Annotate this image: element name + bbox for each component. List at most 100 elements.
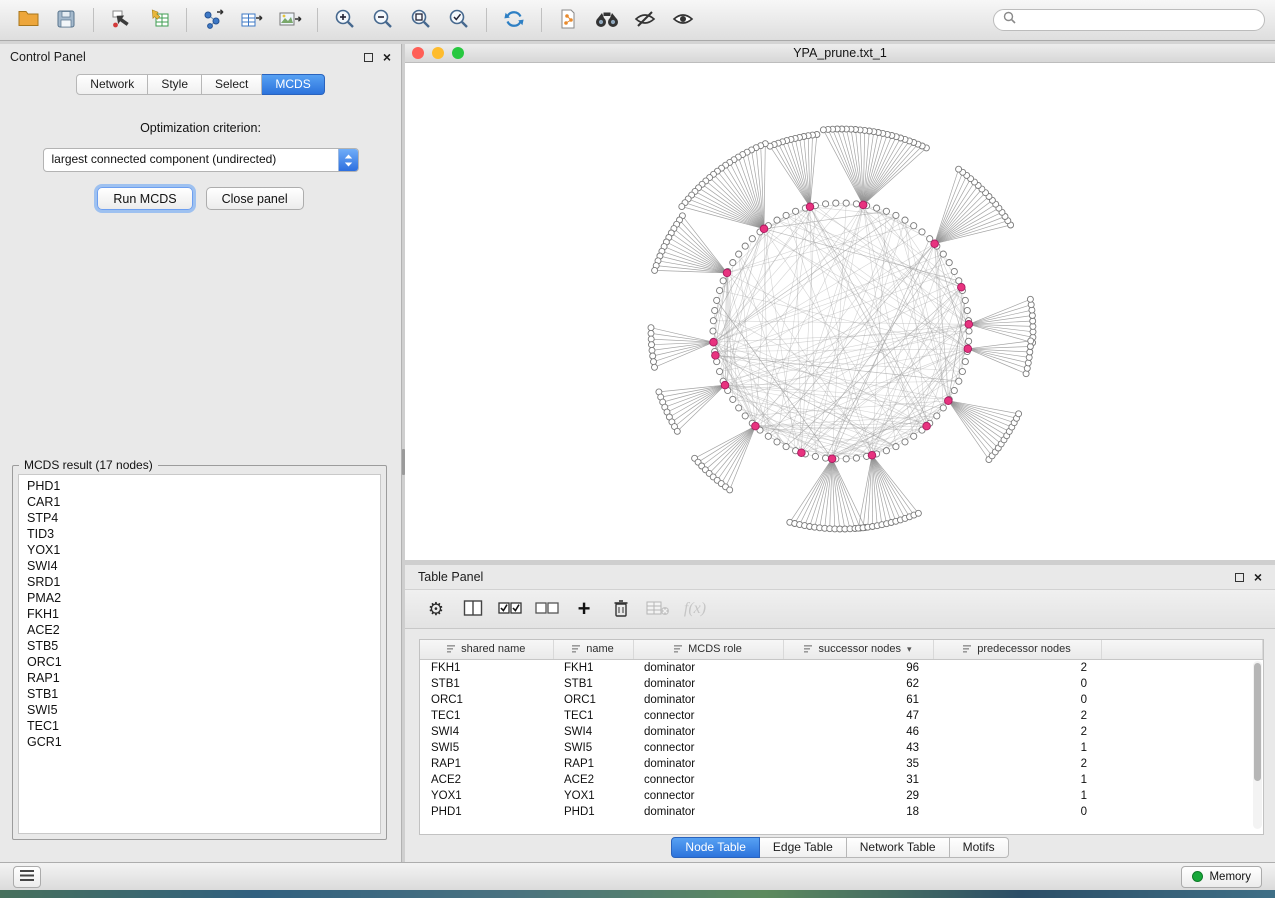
show-panels-button[interactable] bbox=[13, 866, 41, 888]
export-image-icon bbox=[278, 9, 302, 32]
table-cell: 0 bbox=[933, 676, 1101, 692]
share-document-icon bbox=[558, 8, 580, 33]
export-table-button[interactable] bbox=[234, 4, 270, 36]
mcds-result-item[interactable]: STB5 bbox=[27, 638, 380, 654]
import-file-button[interactable] bbox=[103, 4, 139, 36]
mcds-result-item[interactable]: STB1 bbox=[27, 686, 380, 702]
table-row[interactable]: FKH1FKH1dominator962 bbox=[420, 660, 1263, 677]
optimization-criterion-select[interactable]: largest connected component (undirected) bbox=[43, 148, 359, 172]
table-row[interactable]: YOX1YOX1connector291 bbox=[420, 788, 1263, 804]
refresh-button[interactable] bbox=[496, 4, 532, 36]
fx-icon: f(x) bbox=[684, 600, 706, 618]
mcds-result-item[interactable]: STP4 bbox=[27, 510, 380, 526]
mcds-result-item[interactable]: ACE2 bbox=[27, 622, 380, 638]
function-builder-button[interactable]: f(x) bbox=[680, 594, 710, 624]
close-panel-button[interactable]: Close panel bbox=[206, 187, 304, 210]
column-header-mcds-role[interactable]: MCDS role bbox=[633, 640, 783, 660]
control-panel-close-icon[interactable]: × bbox=[383, 50, 391, 64]
window-zoom-icon[interactable] bbox=[452, 47, 464, 59]
zoom-in-button[interactable] bbox=[327, 4, 363, 36]
select-all-button[interactable] bbox=[495, 594, 525, 624]
show-style-button[interactable] bbox=[665, 4, 701, 36]
delete-table-button[interactable] bbox=[643, 594, 673, 624]
mcds-result-item[interactable]: FKH1 bbox=[27, 606, 380, 622]
mcds-result-item[interactable]: PMA2 bbox=[27, 590, 380, 606]
window-close-icon[interactable] bbox=[412, 47, 424, 59]
mcds-result-item[interactable]: TID3 bbox=[27, 526, 380, 542]
table-tab-motifs[interactable]: Motifs bbox=[950, 837, 1009, 858]
import-table-button[interactable] bbox=[141, 4, 177, 36]
mcds-result-item[interactable]: SWI5 bbox=[27, 702, 380, 718]
table-cell: STB1 bbox=[553, 676, 633, 692]
table-panel-close-icon[interactable]: × bbox=[1254, 570, 1262, 584]
table-row[interactable]: STB1STB1dominator620 bbox=[420, 676, 1263, 692]
main-toolbar bbox=[0, 0, 1275, 41]
table-tab-node-table[interactable]: Node Table bbox=[671, 837, 760, 858]
memory-button[interactable]: Memory bbox=[1181, 866, 1262, 888]
save-button[interactable] bbox=[48, 4, 84, 36]
search-input[interactable] bbox=[1022, 12, 1255, 28]
table-cell: 0 bbox=[933, 804, 1101, 820]
column-header-successor-nodes[interactable]: successor nodes▾ bbox=[783, 640, 933, 660]
table-panel: Table Panel × ⚙ + f(x) shared namenameMC… bbox=[405, 565, 1275, 862]
mcds-result-item[interactable]: CAR1 bbox=[27, 494, 380, 510]
zoom-out-button[interactable] bbox=[365, 4, 401, 36]
sort-chevron-icon: ▾ bbox=[907, 644, 912, 654]
delete-column-button[interactable] bbox=[606, 594, 636, 624]
table-panel-header: Table Panel × bbox=[405, 565, 1275, 589]
table-tab-edge-table[interactable]: Edge Table bbox=[760, 837, 847, 858]
mcds-result-item[interactable]: SRD1 bbox=[27, 574, 380, 590]
mcds-result-item[interactable]: PHD1 bbox=[27, 478, 380, 494]
zoom-selected-button[interactable] bbox=[441, 4, 477, 36]
tab-mcds[interactable]: MCDS bbox=[262, 74, 324, 95]
table-cell: SWI5 bbox=[553, 740, 633, 756]
table-settings-button[interactable]: ⚙ bbox=[421, 594, 451, 624]
table-cell: YOX1 bbox=[420, 788, 553, 804]
import-network-button[interactable] bbox=[196, 4, 232, 36]
tab-style[interactable]: Style bbox=[148, 74, 202, 95]
table-cell: RAP1 bbox=[553, 756, 633, 772]
table-cell: connector bbox=[633, 772, 783, 788]
deselect-all-button[interactable] bbox=[532, 594, 562, 624]
table-row[interactable]: ORC1ORC1dominator610 bbox=[420, 692, 1263, 708]
table-cell: TEC1 bbox=[420, 708, 553, 724]
zoom-fit-button[interactable] bbox=[403, 4, 439, 36]
table-row[interactable]: SWI4SWI4dominator462 bbox=[420, 724, 1263, 740]
open-folder-button[interactable] bbox=[10, 4, 46, 36]
window-minimize-icon[interactable] bbox=[432, 47, 444, 59]
scrollbar-thumb[interactable] bbox=[1254, 663, 1261, 781]
mcds-result-item[interactable]: ORC1 bbox=[27, 654, 380, 670]
add-column-button[interactable]: + bbox=[569, 594, 599, 624]
table-tab-network-table[interactable]: Network Table bbox=[847, 837, 950, 858]
table-row[interactable]: SWI5SWI5connector431 bbox=[420, 740, 1263, 756]
network-canvas[interactable] bbox=[405, 63, 1275, 561]
mcds-result-item[interactable]: RAP1 bbox=[27, 670, 380, 686]
hide-style-button[interactable] bbox=[627, 4, 663, 36]
table-row[interactable]: RAP1RAP1dominator352 bbox=[420, 756, 1263, 772]
mcds-result-list[interactable]: PHD1CAR1STP4TID3YOX1SWI4SRD1PMA2FKH1ACE2… bbox=[18, 474, 381, 834]
table-cell: ACE2 bbox=[553, 772, 633, 788]
mcds-result-item[interactable]: TEC1 bbox=[27, 718, 380, 734]
export-image-button[interactable] bbox=[272, 4, 308, 36]
mcds-result-item[interactable]: SWI4 bbox=[27, 558, 380, 574]
binoculars-button[interactable] bbox=[589, 4, 625, 36]
save-icon bbox=[56, 9, 76, 32]
tab-select[interactable]: Select bbox=[202, 74, 262, 95]
column-header-name[interactable]: name bbox=[553, 640, 633, 660]
table-panel-float-icon[interactable] bbox=[1235, 573, 1244, 582]
column-header-predecessor-nodes[interactable]: predecessor nodes bbox=[933, 640, 1101, 660]
network-window-titlebar[interactable]: YPA_prune.txt_1 bbox=[405, 44, 1275, 63]
show-columns-button[interactable] bbox=[458, 594, 488, 624]
mcds-result-item[interactable]: GCR1 bbox=[27, 734, 380, 750]
table-scrollbar[interactable] bbox=[1253, 661, 1262, 829]
control-panel-float-icon[interactable] bbox=[364, 53, 373, 62]
run-mcds-button[interactable]: Run MCDS bbox=[97, 187, 192, 210]
share-document-button[interactable] bbox=[551, 4, 587, 36]
table-row[interactable]: TEC1TEC1connector472 bbox=[420, 708, 1263, 724]
column-header-shared-name[interactable]: shared name bbox=[420, 640, 553, 660]
table-row[interactable]: PHD1PHD1dominator180 bbox=[420, 804, 1263, 820]
tab-network[interactable]: Network bbox=[76, 74, 148, 95]
memory-label: Memory bbox=[1209, 871, 1251, 883]
table-row[interactable]: ACE2ACE2connector311 bbox=[420, 772, 1263, 788]
mcds-result-item[interactable]: YOX1 bbox=[27, 542, 380, 558]
